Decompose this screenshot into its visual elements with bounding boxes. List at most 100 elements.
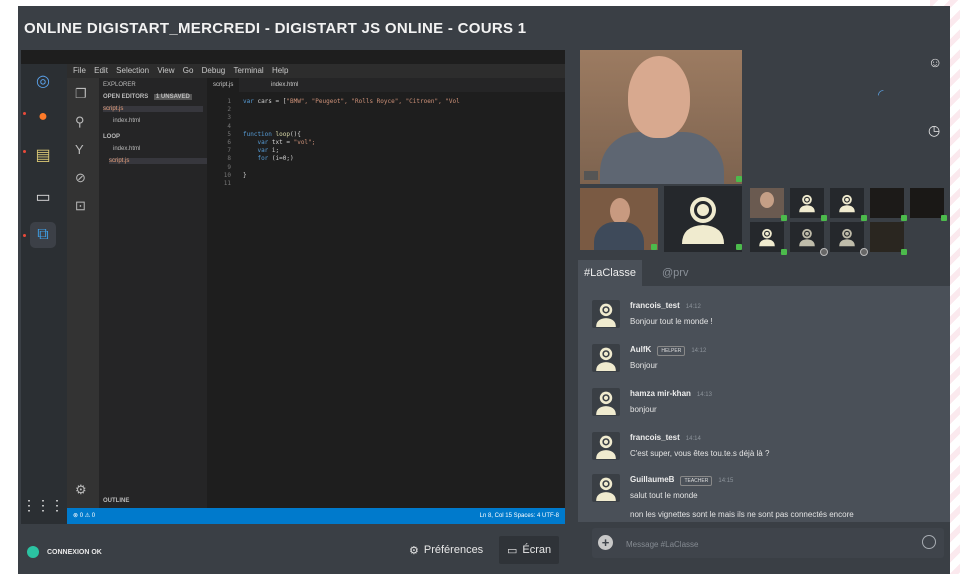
- vscode-menubar: File Edit Selection View Go Debug Termin…: [67, 64, 565, 78]
- screen-share-button[interactable]: ▭ Écran: [499, 536, 560, 564]
- message-text: salut tout le monde: [630, 491, 698, 500]
- source-control-icon[interactable]: Y: [75, 142, 84, 157]
- preferences-label: Préférences: [423, 544, 484, 556]
- menu-edit[interactable]: Edit: [94, 66, 108, 75]
- apps-grid-icon[interactable]: ⋮⋮⋮: [22, 492, 64, 518]
- message-text: non les vignettes sont le mais ils ne so…: [630, 510, 854, 519]
- role-badge: TEACHER: [680, 476, 713, 486]
- folder-file-index[interactable]: index.html: [113, 146, 140, 152]
- menu-file[interactable]: File: [73, 66, 86, 75]
- open-editors-header[interactable]: OPEN EDITORS 1 UNSAVED: [103, 94, 192, 100]
- settings-gear-icon[interactable]: ⚙: [75, 482, 87, 498]
- explorer-icon[interactable]: ❐: [75, 86, 87, 102]
- right-panel: ☺ ◷ ◜ #LaClasse @prv francois_test 14:12…: [578, 6, 950, 574]
- chat-message-input[interactable]: [624, 534, 908, 554]
- participant-avatar[interactable]: [790, 188, 824, 218]
- message-text: C'est super, vous êtes tou.te.s déjà là …: [630, 449, 770, 458]
- add-attachment-icon[interactable]: +: [598, 535, 613, 550]
- explorer-panel: EXPLORER OPEN EDITORS 1 UNSAVED script.j…: [99, 78, 209, 508]
- connection-dot-icon: [27, 546, 39, 558]
- avatar: [592, 300, 620, 328]
- online-indicator: [736, 244, 742, 250]
- debug-icon[interactable]: ⊘: [75, 170, 86, 186]
- main-video-feed[interactable]: [580, 50, 742, 184]
- code-line-6: var txt = "vol";: [257, 139, 316, 147]
- participant-avatar-large[interactable]: [664, 186, 742, 252]
- monitor-icon: ▭: [507, 544, 518, 557]
- message-author: francois_test 14:14: [630, 433, 701, 442]
- connection-status: CONNEXION OK: [27, 546, 102, 558]
- folder-file-script[interactable]: script.js: [109, 158, 209, 164]
- open-file-script[interactable]: script.js: [103, 106, 203, 112]
- tab-private[interactable]: @prv: [656, 260, 694, 286]
- code-line-10: }: [243, 171, 247, 179]
- user-avatar-icon: [759, 228, 775, 247]
- online-indicator: [941, 215, 947, 221]
- open-file-index[interactable]: index.html: [113, 118, 140, 124]
- vscode-activity-bar: ❐ ⚲ Y ⊘ ⊡ ⚙: [67, 78, 99, 508]
- code-line-1: var cars = ["BMW", "Peugeot", "Rolls Roy…: [243, 98, 460, 105]
- files-icon[interactable]: ▤: [30, 142, 56, 168]
- line-numbers: 1 2 3 4 5 6 7 8 9 10 11: [223, 98, 231, 188]
- message-text: Bonjour: [630, 361, 658, 370]
- participant-avatar[interactable]: [830, 188, 864, 218]
- clock-icon[interactable]: ◷: [928, 122, 940, 139]
- tab-index-html[interactable]: index.html: [265, 78, 304, 92]
- unsaved-badge: 1 UNSAVED: [153, 94, 192, 100]
- tab-laclasse[interactable]: #LaClasse: [578, 260, 642, 286]
- firefox-icon[interactable]: ●: [30, 104, 56, 130]
- user-avatar-icon: [799, 228, 815, 247]
- loading-spinner-icon: ◜: [878, 86, 884, 102]
- terminal-icon[interactable]: ▭: [30, 184, 56, 210]
- connection-label: CONNEXION OK: [47, 548, 102, 556]
- running-indicator: [23, 234, 26, 237]
- vscode-icon[interactable]: ⧉: [30, 222, 56, 248]
- menu-selection[interactable]: Selection: [116, 66, 149, 75]
- outline-header[interactable]: OUTLINE: [103, 498, 129, 504]
- search-icon[interactable]: ⚲: [75, 114, 85, 130]
- online-indicator: [861, 215, 867, 221]
- participant-video-thumb[interactable]: [870, 188, 904, 218]
- menu-terminal[interactable]: Terminal: [233, 66, 263, 75]
- message-time: 14:15: [718, 478, 734, 484]
- bottom-bar: CONNEXION OK ⚙ Préférences ▭ Écran: [21, 532, 565, 568]
- message-author: hamza mir-khan 14:13: [630, 389, 712, 398]
- folder-loop[interactable]: LOOP: [103, 134, 120, 140]
- online-indicator: [781, 249, 787, 255]
- participant-avatar[interactable]: [790, 222, 824, 252]
- avatar: [592, 432, 620, 460]
- participant-video-thumb[interactable]: [870, 222, 904, 252]
- chat-input-bar: +: [592, 528, 944, 558]
- code-line-7: var i;: [257, 147, 280, 155]
- vscode-status-bar: ⊗ 0 ⚠ 0 Ln 8, Col 15 Spaces: 4 UTF-8: [67, 508, 565, 524]
- extensions-icon[interactable]: ⊡: [75, 198, 86, 214]
- camera-icon: [584, 171, 598, 180]
- emoji-icon[interactable]: [922, 535, 936, 549]
- participant-video-thumb[interactable]: [750, 188, 784, 218]
- emoji-reaction-icon[interactable]: ☺: [928, 54, 942, 70]
- avatar: [592, 344, 620, 372]
- preferences-button[interactable]: ⚙ Préférences: [401, 536, 491, 564]
- participant-video-thumb[interactable]: [580, 188, 658, 250]
- online-indicator: [901, 215, 907, 221]
- vscode-window: File Edit Selection View Go Debug Termin…: [67, 64, 565, 524]
- user-avatar-icon: [839, 228, 855, 247]
- message-text: Bonjour tout le monde !: [630, 317, 713, 326]
- problems-status[interactable]: ⊗ 0 ⚠ 0: [73, 513, 95, 519]
- code-editor[interactable]: script.js index.html 1 2 3 4 5 6 7 8 9 1…: [207, 78, 565, 508]
- participant-avatar[interactable]: [830, 222, 864, 252]
- cursor-status[interactable]: Ln 8, Col 15 Spaces: 4 UTF-8: [480, 508, 559, 524]
- chat-panel: francois_test 14:12 Bonjour tout le monde…: [578, 286, 950, 522]
- participant-avatar[interactable]: [750, 222, 784, 252]
- menu-go[interactable]: Go: [183, 66, 194, 75]
- menu-debug[interactable]: Debug: [202, 66, 226, 75]
- message-author: GuillaumeB TEACHER 14:15: [630, 475, 734, 486]
- message-author: AulfK HELPER 14:12: [630, 345, 707, 356]
- browser-icon[interactable]: ◎: [30, 68, 56, 94]
- menu-view[interactable]: View: [157, 66, 174, 75]
- tab-script-js[interactable]: script.js: [207, 78, 240, 92]
- menu-help[interactable]: Help: [272, 66, 288, 75]
- message-author: francois_test 14:12: [630, 301, 701, 310]
- running-indicator: [23, 150, 26, 153]
- participant-video-thumb[interactable]: [910, 188, 944, 218]
